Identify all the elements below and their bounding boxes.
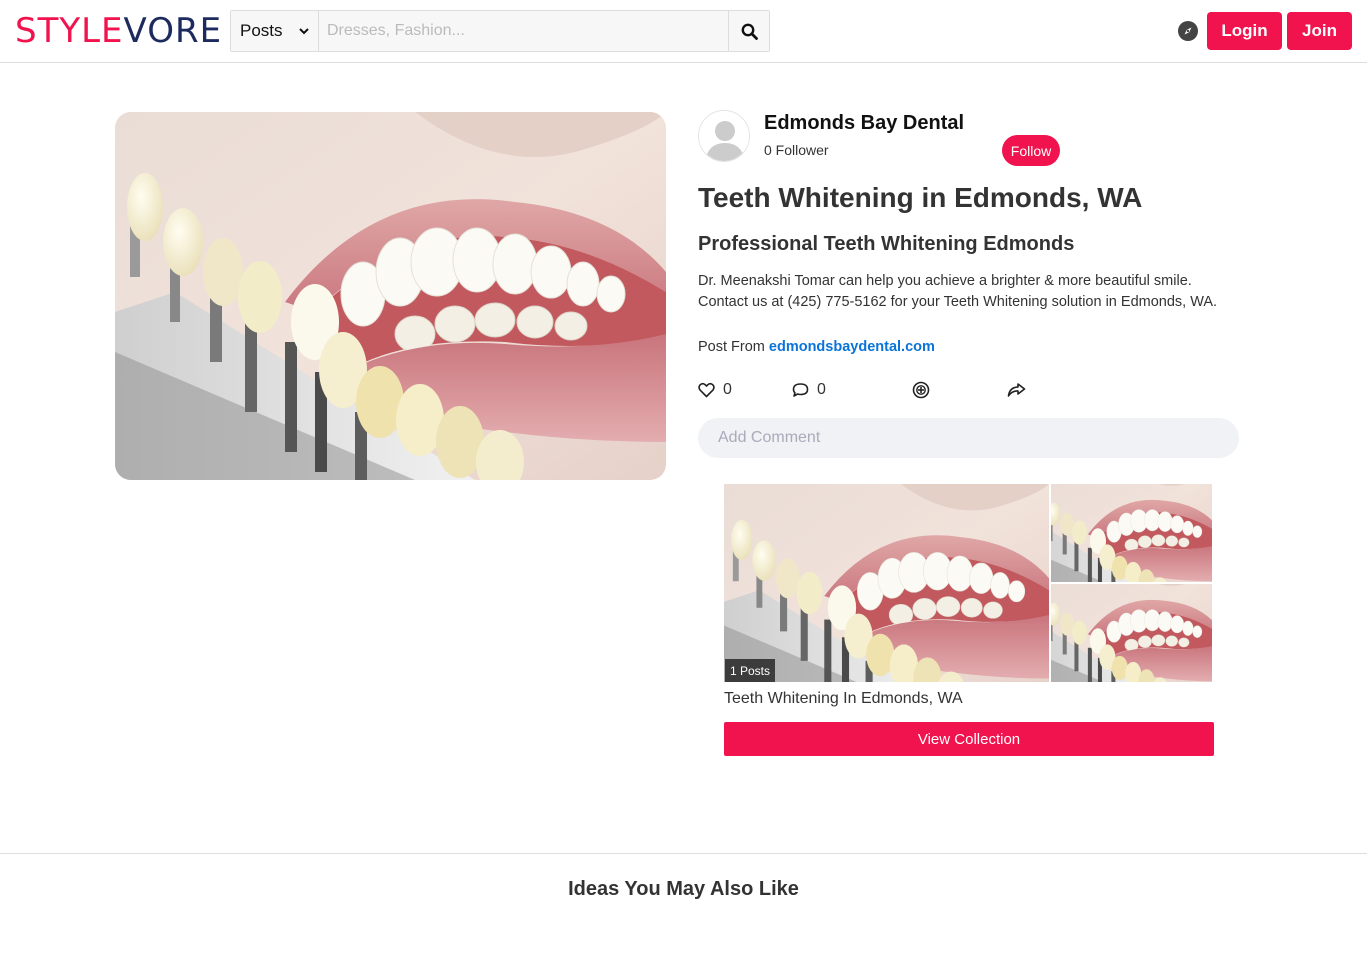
search-type-select[interactable]: Posts	[231, 11, 319, 51]
like-button[interactable]: 0	[698, 380, 732, 400]
post-source-link[interactable]: edmondsbaydental.com	[769, 339, 935, 355]
post-description: Dr. Meenakshi Tomar can help you achieve…	[698, 273, 1218, 310]
post-source: Post From edmondsbaydental.com	[698, 339, 935, 355]
heart-icon	[698, 382, 715, 398]
pin-icon	[912, 381, 930, 399]
author-avatar[interactable]	[698, 110, 750, 162]
search-icon	[741, 23, 758, 40]
post-source-prefix: Post From	[698, 339, 765, 355]
collection-thumb-2[interactable]	[1051, 584, 1212, 682]
comment-count: 0	[817, 381, 826, 398]
view-collection-button[interactable]: View Collection	[724, 722, 1214, 756]
search-bar: Posts	[230, 10, 770, 52]
collection-main-image[interactable]	[724, 484, 1049, 682]
add-comment-input[interactable]	[698, 418, 1239, 458]
logo-part1: STYLE	[15, 11, 124, 51]
post-image[interactable]	[115, 112, 666, 480]
compass-icon	[1177, 20, 1199, 42]
pin-button[interactable]	[912, 380, 930, 400]
comment-button[interactable]: 0	[792, 380, 826, 400]
collection-thumb-1[interactable]	[1051, 484, 1212, 582]
join-button[interactable]: Join	[1287, 12, 1352, 50]
post-subtitle: Professional Teeth Whitening Edmonds	[698, 233, 1075, 255]
collection-title[interactable]: Teeth Whitening In Edmonds, WA	[724, 690, 963, 708]
login-button[interactable]: Login	[1207, 12, 1282, 50]
search-input[interactable]	[319, 11, 728, 51]
chevron-down-icon	[299, 26, 309, 36]
comment-icon	[792, 382, 809, 398]
follow-button[interactable]: Follow	[1002, 135, 1060, 166]
search-button[interactable]	[728, 11, 769, 51]
like-count: 0	[723, 381, 732, 398]
share-button[interactable]	[1007, 380, 1026, 400]
logo-part2: VORE	[123, 11, 223, 51]
section-divider	[0, 853, 1367, 854]
search-type-value: Posts	[240, 21, 283, 40]
user-placeholder-icon	[699, 111, 749, 161]
explore-button[interactable]	[1177, 20, 1199, 42]
top-nav: STYLEVORE Posts Login Join	[0, 0, 1367, 63]
author-name[interactable]: Edmonds Bay Dental	[764, 112, 964, 135]
follower-count: 0 Follower	[764, 142, 829, 158]
post-title: Teeth Whitening in Edmonds, WA	[698, 182, 1143, 213]
stylevore-logo[interactable]: STYLEVORE	[15, 13, 222, 49]
collection-post-count-badge: 1 Posts	[725, 659, 776, 682]
ideas-section-title: Ideas You May Also Like	[568, 878, 799, 900]
share-icon	[1007, 382, 1026, 398]
